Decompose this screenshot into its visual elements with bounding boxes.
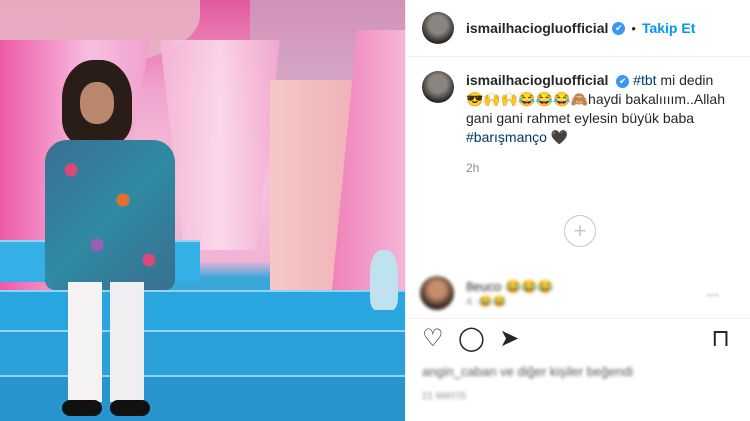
child-shirt [45, 140, 175, 290]
comment-meta: 4 ·😂😂 [466, 295, 507, 308]
like-icon[interactable]: ♡ [422, 327, 444, 351]
caption-username[interactable]: ismailhaciogluofficial [466, 72, 608, 88]
likes-summary[interactable]: angin_caban ve diğer kişiler beğendi [422, 364, 633, 379]
comment: 8euco 😂😂😂 4 ·😂😂 [420, 276, 554, 310]
avatar[interactable] [422, 12, 454, 44]
verified-icon: ✔ [612, 21, 626, 35]
post-header: ismailhaciogluofficial ✔ • Takip Et [406, 0, 750, 57]
child-pants [68, 282, 102, 402]
heart-emoji: 🖤 [546, 129, 569, 145]
comment-options-icon[interactable]: ◦◦◦ [706, 288, 719, 302]
header-username[interactable]: ismailhaciogluofficial [466, 20, 608, 36]
verified-icon: ✔ [616, 74, 630, 88]
caption: ismailhaciogluofficial ✔ #tbt mi dedin 😎… [406, 57, 750, 178]
child-pants [110, 282, 144, 402]
post-date: 21 MAYIS [422, 391, 467, 402]
child-face [80, 82, 114, 124]
caption-emojis: 😎🙌🙌😂😂😂🙈 [466, 91, 589, 107]
comment-avatar[interactable] [420, 276, 454, 310]
separator-dot: • [631, 20, 636, 36]
comment-username[interactable]: 8euco [466, 279, 501, 294]
load-more-comments-icon[interactable]: + [564, 215, 596, 247]
caption-text: ismailhaciogluofficial ✔ #tbt mi dedin 😎… [466, 71, 734, 178]
child-shoe [62, 400, 102, 416]
caption-segment: mi dedin [656, 72, 714, 88]
follow-button[interactable]: Takip Et [642, 20, 695, 36]
post-video[interactable] [0, 0, 405, 421]
caption-avatar[interactable] [422, 71, 454, 103]
instagram-post: ismailhaciogluofficial ✔ • Takip Et isma… [0, 0, 750, 421]
comment-body: 8euco 😂😂😂 4 ·😂😂 [466, 279, 554, 308]
child-figure [40, 60, 180, 421]
vase [370, 250, 398, 310]
share-icon[interactable]: ➤ [499, 327, 519, 351]
hashtag-barismanco[interactable]: #barışmanço [466, 129, 547, 145]
child-shoe [110, 400, 150, 416]
save-icon[interactable]: ⊓ [711, 327, 730, 351]
comment-icon[interactable]: ◯ [458, 327, 485, 351]
action-bar: ♡ ◯ ➤ ⊓ [406, 318, 750, 358]
post-time[interactable]: 2h [466, 159, 734, 178]
hashtag-tbt[interactable]: #tbt [633, 72, 656, 88]
comment-emojis: 😂😂😂 [505, 278, 554, 294]
post-side-panel: ismailhaciogluofficial ✔ • Takip Et isma… [405, 0, 750, 421]
